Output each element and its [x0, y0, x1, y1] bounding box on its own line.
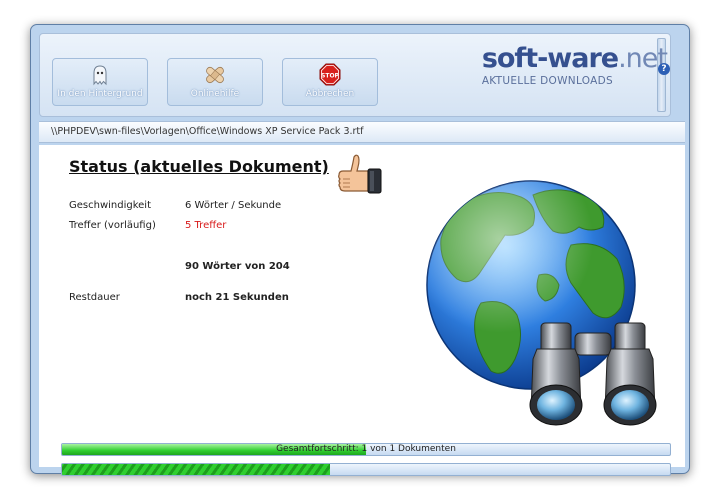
document-progress-bar [61, 463, 671, 476]
toolbar: In den Hintergrund Onlinehilfe STOP Abbr… [39, 33, 671, 117]
cancel-button[interactable]: STOP Abbrechen [282, 58, 378, 106]
document-progress-fill [62, 464, 330, 475]
remaining-value: noch 21 Sekunden [185, 292, 289, 303]
overall-progress-text: Gesamtfortschritt: 1 von 1 Dokumenten [276, 444, 456, 454]
ghost-icon [53, 62, 147, 88]
words-progress: 90 Wörter von 204 [185, 261, 290, 272]
thumbs-up-icon [335, 153, 385, 201]
bandage-icon [168, 62, 262, 88]
speed-value: 6 Wörter / Sekunde [185, 200, 282, 211]
status-title: Status (aktuelles Dokument) [69, 157, 329, 176]
binoculars-icon [523, 319, 663, 431]
progress-window: In den Hintergrund Onlinehilfe STOP Abbr… [30, 24, 690, 476]
stop-sign-icon: STOP [283, 62, 377, 88]
speed-label: Geschwindigkeit [69, 200, 152, 211]
file-path: \\PHPDEV\swn-files\Vorlagen\Office\Windo… [39, 121, 685, 143]
help-icon[interactable]: ? [658, 63, 670, 75]
background-button[interactable]: In den Hintergrund [52, 58, 148, 106]
status-panel: Status (aktuelles Dokument) Geschwindigk… [39, 145, 685, 476]
online-help-button[interactable]: Onlinehilfe [167, 58, 263, 106]
remaining-label: Restdauer [69, 292, 120, 303]
toolbar-scrollbar[interactable] [657, 38, 666, 112]
hits-value: 5 Treffer [185, 220, 227, 231]
overall-progress-bar: Gesamtfortschritt: 1 von 1 Dokumenten [61, 443, 671, 456]
hits-label: Treffer (vorläufig) [69, 220, 156, 231]
svg-text:STOP: STOP [321, 73, 340, 80]
